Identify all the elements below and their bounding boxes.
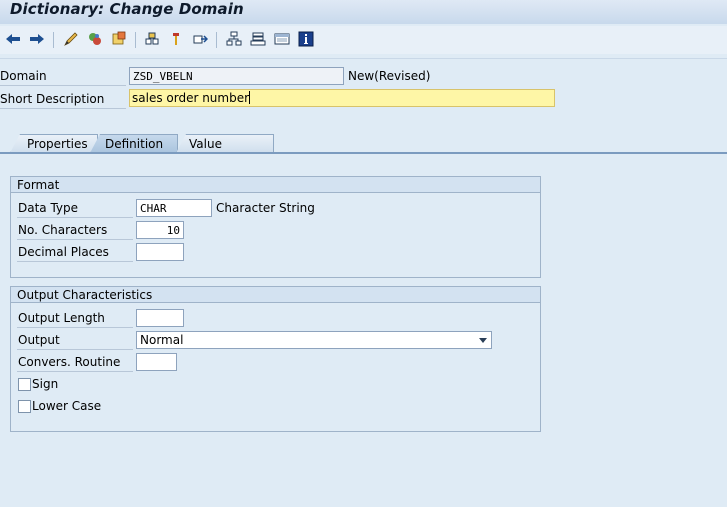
edit-toggle-icon[interactable] <box>62 30 80 48</box>
back-arrow-icon[interactable] <box>4 30 22 48</box>
window-title: Dictionary: Change Domain <box>10 0 244 18</box>
label-underline <box>17 327 133 328</box>
domain-name-field[interactable]: ZSD_VBELN <box>129 67 344 85</box>
label-underline <box>0 108 126 109</box>
application-toolbar <box>0 26 727 54</box>
decimal-places-label: Decimal Places <box>18 245 109 259</box>
label-underline <box>17 349 133 350</box>
label-underline <box>17 217 133 218</box>
tab-definition[interactable]: Definition <box>90 134 178 153</box>
sign-checkbox[interactable] <box>18 378 31 391</box>
display-object-list-icon[interactable] <box>167 30 185 48</box>
label-underline <box>17 371 133 372</box>
hierarchy-icon[interactable] <box>225 30 243 48</box>
label-underline <box>17 261 133 262</box>
lower-case-checkbox[interactable] <box>18 400 31 413</box>
tab-value-range[interactable]: Value Range <box>176 134 274 153</box>
data-type-description: Character String <box>216 201 315 215</box>
toolbar-separator <box>135 32 136 48</box>
header-separator <box>0 58 727 59</box>
data-type-input[interactable]: CHAR <box>136 199 212 217</box>
tab-label: Value Range <box>187 137 226 165</box>
navigate-icon[interactable] <box>191 30 209 48</box>
output-select-value: Normal <box>140 333 184 347</box>
info-icon[interactable] <box>297 30 315 48</box>
no-characters-label: No. Characters <box>18 223 108 237</box>
activate-icon[interactable] <box>110 30 128 48</box>
domain-label: Domain <box>0 69 47 83</box>
label-underline <box>0 85 126 86</box>
text-cursor <box>249 91 251 104</box>
short-description-label: Short Description <box>0 92 105 106</box>
sign-label: Sign <box>32 377 59 391</box>
convers-routine-input[interactable] <box>136 353 177 371</box>
other-object-icon[interactable] <box>86 30 104 48</box>
tab-label: Properties <box>27 137 88 151</box>
output-select[interactable]: Normal <box>136 331 492 349</box>
no-characters-input[interactable]: 10 <box>136 221 184 239</box>
output-length-label: Output Length <box>18 311 105 325</box>
output-group-title: Output Characteristics <box>11 287 540 303</box>
where-used-icon[interactable] <box>143 30 161 48</box>
format-group-title: Format <box>11 177 540 193</box>
label-underline <box>17 239 133 240</box>
decimal-places-input[interactable] <box>136 243 184 261</box>
layout-icon[interactable] <box>273 30 291 48</box>
short-description-input[interactable]: sales order number <box>129 89 555 107</box>
title-bar: Dictionary: Change Domain <box>0 0 727 24</box>
output-label: Output <box>18 333 60 347</box>
lower-case-label: Lower Case <box>32 399 102 413</box>
toolbar-separator <box>53 32 54 48</box>
domain-status-text: New(Revised) <box>348 69 431 83</box>
short-description-value: sales order number <box>132 91 250 105</box>
chevron-down-icon[interactable] <box>479 338 487 343</box>
convers-routine-label: Convers. Routine <box>18 355 121 369</box>
object-list-icon[interactable] <box>249 30 267 48</box>
tab-label: Definition <box>105 137 164 151</box>
toolbar-separator <box>216 32 217 48</box>
output-length-input[interactable] <box>136 309 184 327</box>
data-type-label: Data Type <box>18 201 79 215</box>
tab-strip-line <box>0 152 727 154</box>
tab-properties[interactable]: Properties <box>10 134 98 153</box>
forward-arrow-icon[interactable] <box>28 30 46 48</box>
